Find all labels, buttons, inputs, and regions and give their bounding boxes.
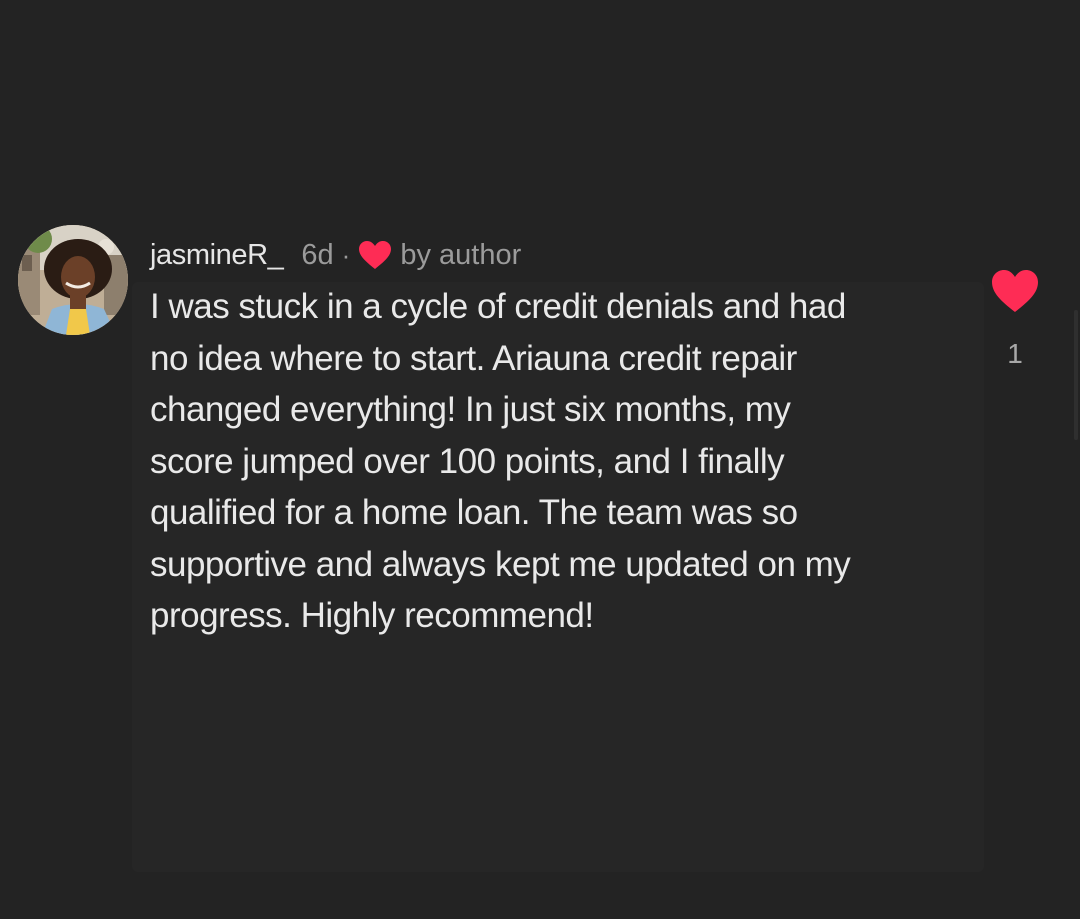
author-badge-label: by author (400, 238, 522, 271)
comment-text-line: I was stuck in a cycle of credit denials… (150, 287, 846, 326)
comment-text: I was stuck in a cycle of credit denials… (150, 281, 940, 642)
comment-header: jasmineR_ 6d · by author (150, 236, 521, 274)
user-avatar[interactable] (18, 225, 128, 335)
avatar-photo-icon (18, 225, 128, 335)
separator-dot: · (341, 239, 351, 270)
comment-text-line: qualified for a home loan. The team was … (150, 493, 798, 532)
comment-text-line: progress. Highly recommend! (150, 596, 594, 635)
comment-text-line: supportive and always kept me updated on… (150, 544, 851, 584)
comment-text-line: changed everything! In just six months, … (150, 390, 791, 429)
scrollbar[interactable] (1074, 310, 1078, 440)
username-link[interactable]: jasmineR_ (150, 239, 284, 272)
like-count: 1 (1007, 338, 1023, 369)
like-button[interactable] (990, 268, 1040, 314)
comment-text-line: no idea where to start. Ariauna credit r… (150, 338, 797, 378)
comment-timestamp: 6d (301, 238, 334, 271)
heart-icon (992, 270, 1038, 312)
author-liked-heart-icon (358, 240, 392, 270)
comment-text-line: score jumped over 100 points, and I fina… (150, 441, 785, 481)
comment-item: jasmineR_ 6d · by author I was stuck in … (0, 0, 1080, 919)
comment-screen: jasmineR_ 6d · by author I was stuck in … (0, 0, 1080, 919)
